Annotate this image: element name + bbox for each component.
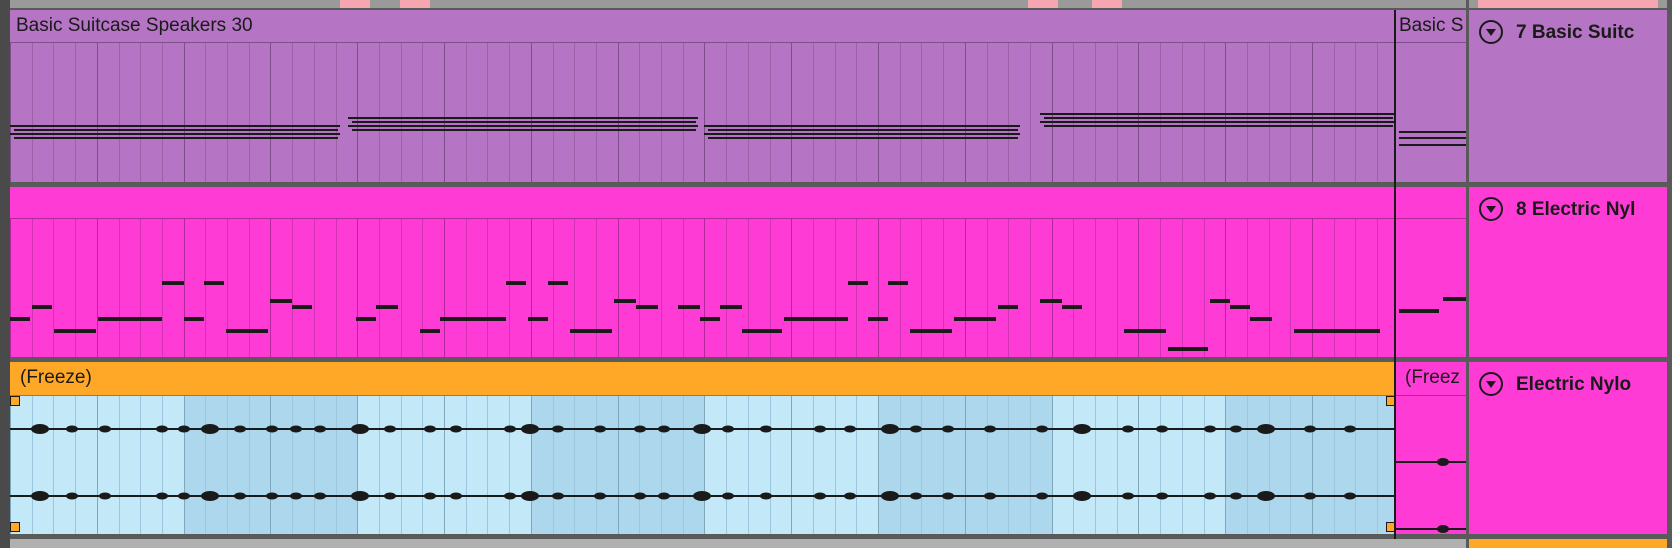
clip-title: (Freeze)	[20, 367, 92, 388]
track-name: 8 Electric Nyl	[1516, 199, 1636, 220]
arrangement-left-edge	[0, 0, 10, 548]
fold-toggle-icon[interactable]	[1479, 20, 1503, 44]
fold-toggle-icon[interactable]	[1479, 372, 1503, 396]
midi-clip-electric-nylon[interactable]	[10, 187, 1395, 357]
clip-title: Basic S	[1399, 15, 1464, 36]
track-name: 7 Basic Suitc	[1516, 22, 1635, 43]
track-name: Electric Nylo	[1516, 374, 1632, 395]
clip-start-handle[interactable]	[10, 396, 20, 406]
audio-waveform	[10, 424, 1395, 501]
next-track-strip	[10, 539, 1466, 548]
track-header-basic-suitcase[interactable]: 7 Basic Suitc	[1469, 10, 1667, 182]
fold-toggle-icon[interactable]	[1479, 197, 1503, 221]
track-lane-electric-nylon	[10, 187, 1466, 357]
audio-clip-freeze[interactable]: (Freeze)	[10, 362, 1399, 534]
previous-track-strip	[0, 0, 1672, 8]
clip-title: Basic Suitcase Speakers 30	[16, 15, 253, 36]
midi-clip-electric-nylon-next[interactable]	[1395, 187, 1466, 357]
clip-fade-in-handle[interactable]	[10, 522, 20, 532]
audio-clip-freeze-next[interactable]: (Freez	[1395, 362, 1466, 534]
clip-boundary-line	[1394, 10, 1396, 539]
track-header-electric-nylon-freeze[interactable]: Electric Nylo	[1469, 362, 1667, 534]
midi-clip-basic-suitcase-next[interactable]: Basic S	[1395, 10, 1466, 182]
track-lane-electric-nylon-freeze: (Freeze) (Freez	[10, 362, 1466, 534]
track-header-electric-nylon[interactable]: 8 Electric Nyl	[1469, 187, 1667, 357]
midi-clip-basic-suitcase[interactable]: Basic Suitcase Speakers 30	[10, 10, 1395, 182]
clip-title: (Freez	[1405, 367, 1460, 388]
track-lane-basic-suitcase: Basic Suitcase Speakers 30 Basic S	[10, 10, 1466, 182]
